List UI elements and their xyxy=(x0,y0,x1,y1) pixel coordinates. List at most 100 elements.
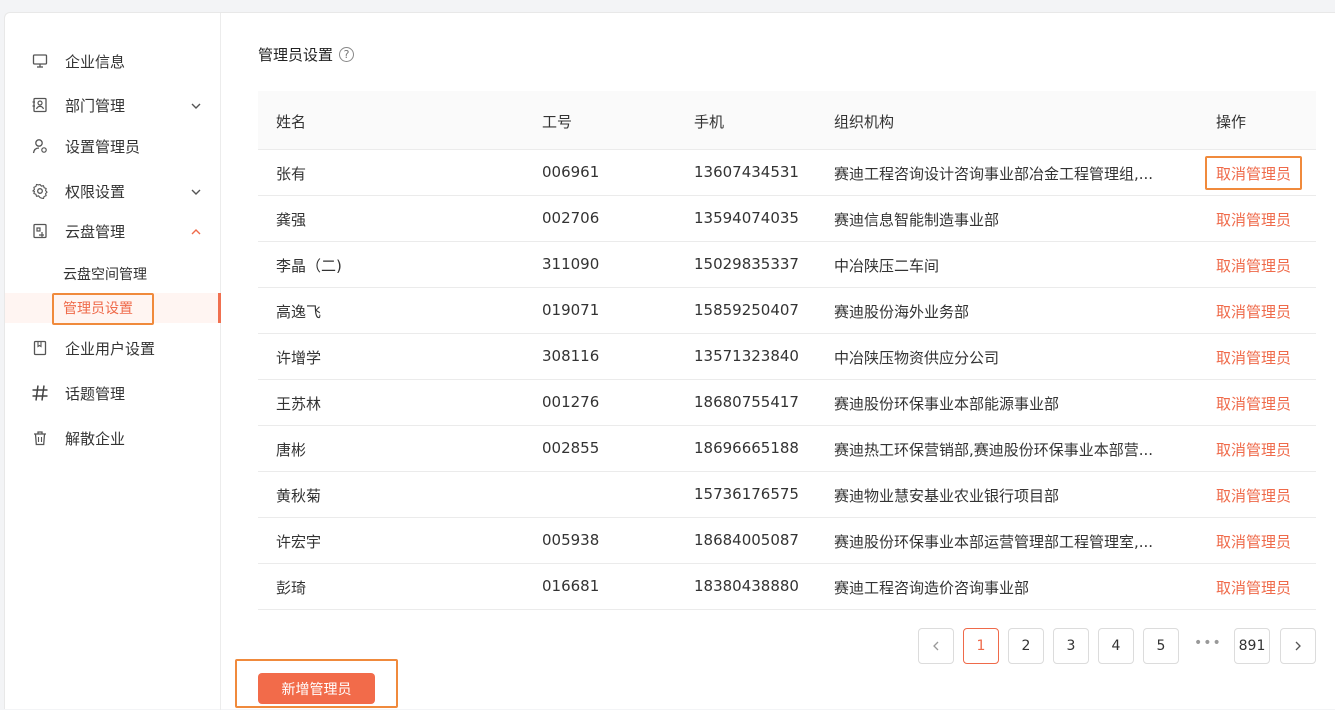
next-page-button[interactable] xyxy=(1280,628,1316,664)
remove-admin-link[interactable]: 取消管理员 xyxy=(1216,301,1291,322)
hash-icon xyxy=(31,384,49,402)
page-button-3[interactable]: 3 xyxy=(1053,628,1089,664)
column-header-name: 姓名 xyxy=(276,113,307,131)
sidebar-item-set-admin[interactable]: 设置管理员 xyxy=(5,130,221,162)
cell-org: 赛迪信息智能制造事业部 xyxy=(834,211,1000,229)
sidebar-item-label: 设置管理员 xyxy=(65,137,141,156)
cell-phone: 15029835337 xyxy=(694,255,799,273)
cell-id: 002855 xyxy=(542,439,600,457)
cell-phone: 13594074035 xyxy=(694,209,799,227)
active-indicator xyxy=(218,293,221,323)
page-button-5[interactable]: 5 xyxy=(1143,628,1179,664)
cell-name: 高逸飞 xyxy=(276,303,322,321)
admin-table: 姓名 工号 手机 组织机构 操作 张有 006961 13607434531 赛迪工程… xyxy=(258,91,1316,610)
chevron-up-icon[interactable] xyxy=(189,224,203,238)
cell-name: 王苏林 xyxy=(276,395,322,413)
remove-admin-link[interactable]: 取消管理员 xyxy=(1216,485,1291,506)
cell-org: 赛迪热工环保营销部,赛迪股份环保事业本部营... xyxy=(834,441,1154,459)
cell-phone: 18680755417 xyxy=(694,393,799,411)
column-header-phone: 手机 xyxy=(694,113,725,131)
cell-id: 006961 xyxy=(542,163,600,181)
remove-admin-link[interactable]: 取消管理员 xyxy=(1216,439,1291,460)
cell-name: 龚强 xyxy=(276,211,307,229)
sidebar: 企业信息 部门管理 设置管理员 权限设置 云盘管理 云盘空间管理 管理员设置 企… xyxy=(5,13,221,710)
remove-admin-link[interactable]: 取消管理员 xyxy=(1216,393,1291,414)
sidebar-item-label: 企业用户设置 xyxy=(65,339,156,358)
org-chart-icon xyxy=(31,96,49,114)
table-row: 彭琦 016681 18380438880 赛迪工程咨询造价咨询事业部 取消管理员 xyxy=(258,564,1316,610)
cell-id: 002706 xyxy=(542,209,600,227)
sidebar-item-department[interactable]: 部门管理 xyxy=(5,89,221,121)
cell-org: 中冶陕压物资供应分公司 xyxy=(834,349,1000,367)
table-row: 李晶（二) 311090 15029835337 中冶陕压二车间 取消管理员 xyxy=(258,242,1316,288)
page-title: 管理员设置 ? xyxy=(258,44,355,65)
chevron-down-icon[interactable] xyxy=(189,98,203,112)
cell-phone: 18696665188 xyxy=(694,439,799,457)
cell-name: 许宏宇 xyxy=(276,533,322,551)
page-button-last[interactable]: 891 xyxy=(1234,628,1270,664)
sidebar-item-enterprise-users[interactable]: 企业用户设置 xyxy=(5,332,221,364)
cell-org: 赛迪股份海外业务部 xyxy=(834,303,970,321)
table-header: 姓名 工号 手机 组织机构 操作 xyxy=(258,91,1316,150)
cell-name: 黄秋菊 xyxy=(276,487,322,505)
column-header-op: 操作 xyxy=(1216,113,1247,131)
remove-admin-link[interactable]: 取消管理员 xyxy=(1216,209,1291,230)
sidebar-item-permissions[interactable]: 权限设置 xyxy=(5,175,221,207)
sidebar-subitem-label: 云盘空间管理 xyxy=(63,267,147,283)
table-row: 王苏林 001276 18680755417 赛迪股份环保事业本部能源事业部 取消管理员 xyxy=(258,380,1316,426)
book-icon xyxy=(31,339,49,357)
sidebar-item-cloud-disk[interactable]: 云盘管理 xyxy=(5,215,221,247)
page-button-1[interactable]: 1 xyxy=(963,628,999,664)
sidebar-item-company-info[interactable]: 企业信息 xyxy=(5,45,221,77)
main-content: 管理员设置 ? 姓名 工号 手机 组织机构 操作 张有 006961 1360743… xyxy=(222,13,1335,710)
app-window: 企业信息 部门管理 设置管理员 权限设置 云盘管理 云盘空间管理 管理员设置 企… xyxy=(4,12,1335,710)
table-row: 高逸飞 019071 15859250407 赛迪股份海外业务部 取消管理员 xyxy=(258,288,1316,334)
chevron-down-icon[interactable] xyxy=(189,184,203,198)
page-button-2[interactable]: 2 xyxy=(1008,628,1044,664)
trash-icon xyxy=(31,429,49,447)
remove-admin-link[interactable]: 取消管理员 xyxy=(1216,577,1291,598)
remove-admin-link[interactable]: 取消管理员 xyxy=(1216,347,1291,368)
cloud-disk-icon xyxy=(31,222,49,240)
cell-org: 赛迪股份环保事业本部运营管理部工程管理室,... xyxy=(834,533,1154,551)
prev-page-button[interactable] xyxy=(918,628,954,664)
remove-admin-link[interactable]: 取消管理员 xyxy=(1216,255,1291,276)
table-body: 张有 006961 13607434531 赛迪工程咨询设计咨询事业部冶金工程管理组,… xyxy=(258,150,1316,610)
column-header-org: 组织机构 xyxy=(834,113,895,131)
cell-id: 001276 xyxy=(542,393,600,411)
sidebar-item-label: 权限设置 xyxy=(65,182,126,201)
user-admin-icon xyxy=(31,137,49,155)
cell-phone: 18380438880 xyxy=(694,577,799,595)
remove-admin-link[interactable]: 取消管理员 xyxy=(1216,531,1291,552)
cell-id: 019071 xyxy=(542,301,600,319)
sidebar-subitem-admin-settings[interactable]: 管理员设置 xyxy=(5,293,221,323)
sidebar-subitem-label: 管理员设置 xyxy=(63,301,133,317)
cell-name: 张有 xyxy=(276,165,307,183)
cell-name: 彭琦 xyxy=(276,579,307,597)
cell-org: 赛迪工程咨询造价咨询事业部 xyxy=(834,579,1030,597)
table-row: 张有 006961 13607434531 赛迪工程咨询设计咨询事业部冶金工程管理组,… xyxy=(258,150,1316,196)
table-row: 许增学 308116 13571323840 中冶陕压物资供应分公司 取消管理员 xyxy=(258,334,1316,380)
sidebar-item-label: 部门管理 xyxy=(65,96,126,115)
cell-name: 李晶（二) xyxy=(276,257,342,275)
sidebar-item-topics[interactable]: 话题管理 xyxy=(5,377,221,409)
cell-org: 赛迪股份环保事业本部能源事业部 xyxy=(834,395,1060,413)
cell-name: 唐彬 xyxy=(276,441,307,459)
page-button-4[interactable]: 4 xyxy=(1098,628,1134,664)
pagination-ellipsis[interactable]: ••• xyxy=(1194,635,1222,651)
cell-name: 许增学 xyxy=(276,349,322,367)
gear-icon xyxy=(31,182,49,200)
cell-id: 308116 xyxy=(542,347,600,365)
cell-phone: 15736176575 xyxy=(694,485,799,503)
table-row: 龚强 002706 13594074035 赛迪信息智能制造事业部 取消管理员 xyxy=(258,196,1316,242)
cell-phone: 13607434531 xyxy=(694,163,799,181)
monitor-icon xyxy=(31,52,49,70)
sidebar-item-dissolve[interactable]: 解散企业 xyxy=(5,422,221,454)
add-admin-button[interactable]: 新增管理员 xyxy=(258,673,375,704)
sidebar-item-label: 云盘管理 xyxy=(65,222,126,241)
sidebar-subitem-cloud-space[interactable]: 云盘空间管理 xyxy=(5,259,221,289)
help-icon[interactable]: ? xyxy=(339,47,355,62)
column-header-id: 工号 xyxy=(542,113,573,131)
cell-phone: 18684005087 xyxy=(694,531,799,549)
remove-admin-link[interactable]: 取消管理员 xyxy=(1216,163,1291,184)
